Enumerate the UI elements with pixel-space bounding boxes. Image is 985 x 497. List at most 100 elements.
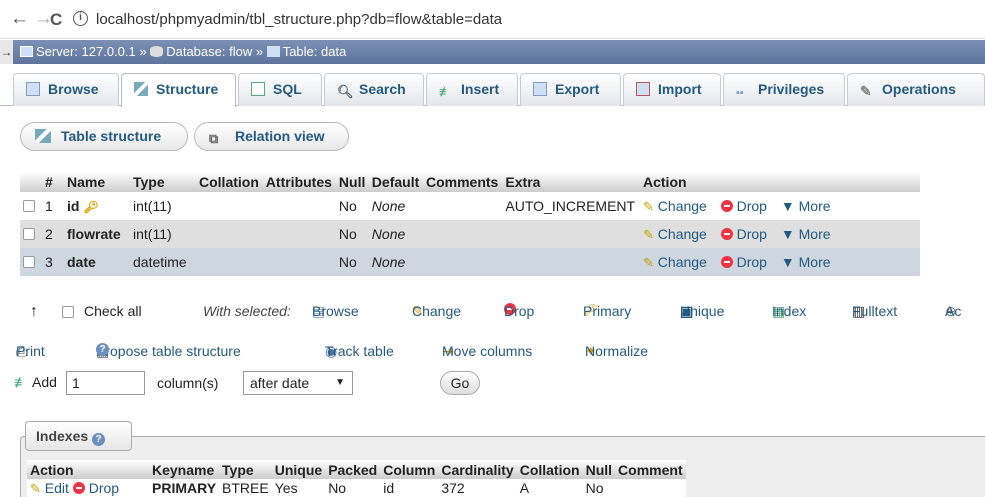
column-type: int(11) xyxy=(130,192,196,220)
indexes-legend[interactable]: Indexes ? xyxy=(25,421,132,451)
structure-header-row: # Name Type Collation Attributes Null De… xyxy=(20,172,920,192)
tab-label: Browse xyxy=(48,81,99,97)
idx-header-collation: Collation xyxy=(516,460,583,479)
pencil-icon: ✎ xyxy=(30,480,41,496)
drop-link[interactable]: Drop xyxy=(720,226,767,242)
address-bar[interactable]: localhost/phpmyadmin/tbl_structure.php?d… xyxy=(96,11,502,28)
bulk-primary-label: Primary xyxy=(583,303,632,319)
drop-link[interactable]: Drop xyxy=(720,198,767,214)
with-selected-label: With selected: xyxy=(203,303,291,319)
index-actions: ✎ Edit Drop xyxy=(27,479,149,497)
drop-icon xyxy=(720,255,733,268)
drop-icon xyxy=(72,481,85,494)
print-label: Print xyxy=(16,343,45,359)
drop-label: Drop xyxy=(736,253,767,270)
add-columns-row: ≢ Add 1 column(s) after date ▼ Go xyxy=(14,370,500,396)
breadcrumb-server[interactable]: Server: 127.0.0.1 xyxy=(36,44,136,59)
row-checkbox[interactable] xyxy=(23,228,35,240)
column-collation xyxy=(196,220,263,248)
site-info-icon[interactable]: i xyxy=(73,11,88,26)
column-default: None xyxy=(368,248,423,276)
tab-structure[interactable]: Structure xyxy=(121,73,236,107)
change-link[interactable]: ✎ Change xyxy=(643,198,707,214)
check-all-label[interactable]: Check all xyxy=(84,303,142,319)
more-dropdown[interactable]: ▼ More xyxy=(781,226,831,242)
column-attributes xyxy=(262,248,336,276)
tab-import[interactable]: Import xyxy=(623,73,721,106)
row-num: 2 xyxy=(42,220,64,248)
row-actions: ✎ Change Drop ▼ More xyxy=(640,248,920,276)
idx-header-comment: Comment xyxy=(615,460,686,479)
idx-header-cardinality: Cardinality xyxy=(438,460,517,479)
drop-icon xyxy=(720,199,733,212)
drop-link[interactable]: Drop xyxy=(720,253,767,270)
bulk-add-label: Ac xyxy=(945,303,962,319)
indexes-label: Indexes xyxy=(36,428,89,444)
change-link[interactable]: ✎ Change xyxy=(643,226,707,242)
tab-label: Operations xyxy=(882,81,956,97)
more-dropdown[interactable]: ▼ More xyxy=(781,198,831,214)
with-selected-bar: ↑ Check all With selected: ▤ Browse ✎ Ch… xyxy=(20,303,985,323)
main-tabs: Browse Structure SQL 🔍︎ Search ≢ Insert Ex… xyxy=(0,70,985,107)
drop-icon xyxy=(720,227,733,240)
index-drop-link[interactable]: Drop xyxy=(72,479,120,496)
bulk-fulltext-label: Fulltext xyxy=(852,303,898,319)
privileges-icon: ▪▪ xyxy=(736,87,744,99)
column-null: No xyxy=(335,192,369,220)
tab-operations[interactable]: ✎ Operations xyxy=(847,73,985,106)
more-label: More xyxy=(798,225,831,242)
relation-icon: ⧉ xyxy=(209,131,219,146)
tab-privileges[interactable]: ▪▪ Privileges xyxy=(723,73,845,106)
index-column: id xyxy=(380,479,439,497)
column-name: id xyxy=(67,198,80,214)
row-actions: ✎ Change Drop ▼ More xyxy=(640,220,920,248)
go-button[interactable]: Go xyxy=(440,371,480,395)
help-icon[interactable]: ? xyxy=(96,343,109,356)
tab-label: SQL xyxy=(273,81,302,97)
index-cardinality: 372 xyxy=(438,479,517,497)
check-all-checkbox[interactable] xyxy=(62,306,74,318)
column-comments xyxy=(422,248,503,276)
triangle-down-icon: ▼ xyxy=(780,225,795,242)
reload-icon[interactable]: C xyxy=(50,10,62,30)
drop-label: Drop xyxy=(88,479,120,496)
tab-label: Insert xyxy=(461,81,500,97)
change-link[interactable]: ✎ Change xyxy=(643,254,707,270)
triangle-down-icon: ▼ xyxy=(780,253,795,270)
position-select[interactable]: after date ▼ xyxy=(243,371,353,395)
column-comments xyxy=(422,220,503,248)
help-icon[interactable]: ? xyxy=(92,433,106,446)
tab-label: Import xyxy=(658,81,702,97)
index-null: No xyxy=(582,479,616,497)
breadcrumb-table[interactable]: Table: data xyxy=(283,44,347,59)
collapse-arrow-icon[interactable]: → xyxy=(0,40,13,64)
subtab-relation-view[interactable]: ⧉ Relation view xyxy=(194,122,349,151)
breadcrumb-database[interactable]: Database: flow xyxy=(166,44,252,59)
bulk-drop-label: Drop xyxy=(504,303,535,319)
column-name: flowrate xyxy=(64,220,130,248)
add-label: Add xyxy=(32,374,57,390)
column-count-input[interactable]: 1 xyxy=(66,371,145,395)
bulk-change-label: Change xyxy=(412,303,462,319)
tab-sql[interactable]: SQL xyxy=(238,73,322,106)
column-null: No xyxy=(335,248,369,276)
tab-browse[interactable]: Browse xyxy=(13,73,119,106)
row-checkbox[interactable] xyxy=(23,256,35,268)
tab-search[interactable]: 🔍︎ Search xyxy=(324,73,424,106)
column-type: int(11) xyxy=(130,220,196,248)
server-icon xyxy=(20,46,33,57)
idx-header-packed: Packed xyxy=(325,460,381,479)
tab-label: Search xyxy=(359,81,406,97)
subtab-table-structure[interactable]: Table structure xyxy=(20,122,188,151)
more-dropdown[interactable]: ▼ More xyxy=(781,254,831,270)
index-packed: No xyxy=(325,479,381,497)
index-edit-link[interactable]: ✎ Edit xyxy=(30,480,69,496)
tab-insert[interactable]: ≢ Insert xyxy=(426,73,518,106)
tab-export[interactable]: Export xyxy=(520,73,621,106)
more-label: More xyxy=(798,197,831,214)
row-checkbox[interactable] xyxy=(23,200,35,212)
back-arrow-icon[interactable]: ← xyxy=(10,9,29,29)
more-label: More xyxy=(798,253,831,270)
column-attributes xyxy=(262,220,336,248)
idx-header-type: Type xyxy=(219,460,272,479)
